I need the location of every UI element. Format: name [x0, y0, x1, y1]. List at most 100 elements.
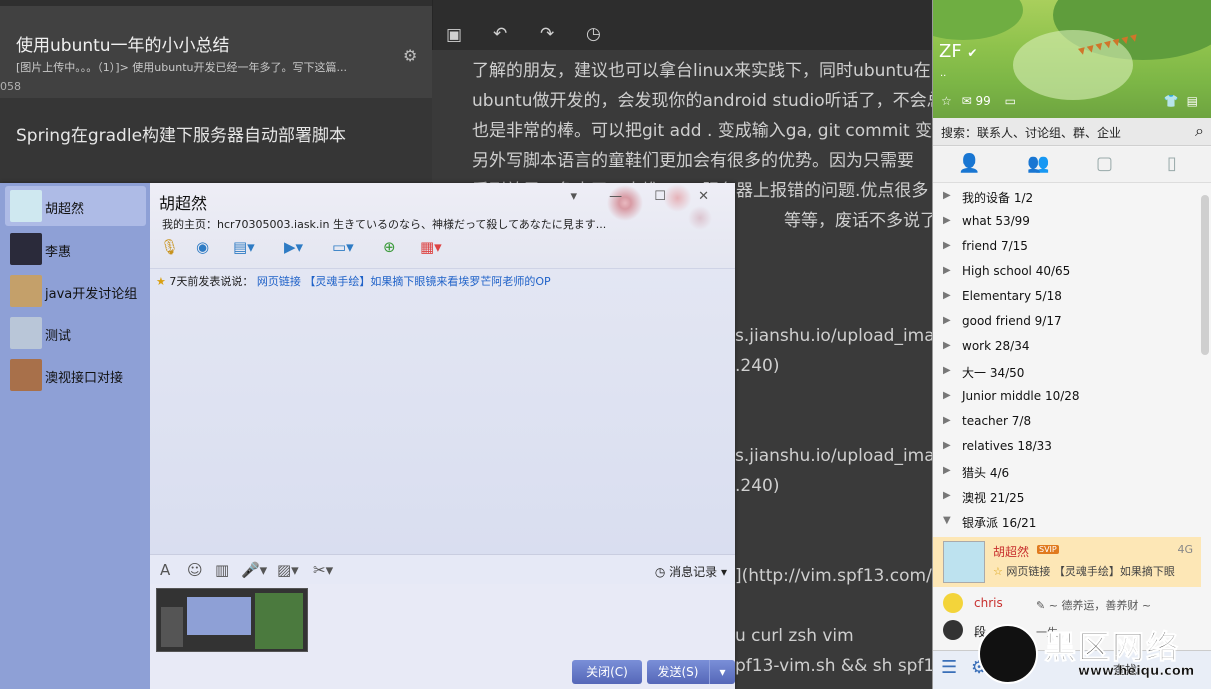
chat-main: 胡超然 ▾ — ☐ ✕ 我的主页：hcr70305003.iask.in 生きて… [150, 183, 735, 689]
message-input[interactable]: 关闭(C) 发送(S) ▾ [150, 584, 735, 689]
chevron-right-icon: ▶ [943, 365, 951, 376]
contact-group[interactable]: ▶ what 53/99 [933, 211, 1211, 236]
contact-group[interactable]: ▶ teacher 7/8 [933, 411, 1211, 436]
skin-icon[interactable]: 👕 [1164, 94, 1187, 108]
remote-desktop-icon[interactable]: ▭▾ [332, 238, 354, 260]
group-label: 大一 34/50 [962, 366, 1025, 380]
app-manager-icon[interactable]: ▤ [1187, 94, 1206, 108]
undo-icon[interactable]: ↶ [493, 24, 507, 44]
watermark-url: www.heiqu.com [1078, 664, 1195, 679]
article-title: 使用ubuntu一年的小小总结 [16, 36, 230, 56]
contact-name: java开发讨论组 [45, 287, 138, 302]
svip-badge: SVIP [1037, 545, 1059, 554]
group-label: work 28/34 [962, 339, 1030, 353]
image-icon[interactable]: ▣ [446, 25, 462, 45]
qzone-icon[interactable]: ☆ [941, 94, 952, 108]
contact-group[interactable]: ▶ Elementary 5/18 [933, 286, 1211, 311]
contact-group-expanded[interactable]: ▼ 银承派 16/21 [933, 511, 1211, 536]
online-status-icon[interactable]: ✔ [967, 46, 977, 60]
friend-name: 胡超然 [993, 545, 1030, 559]
tab-recent-icon[interactable]: ▢ [1096, 153, 1113, 174]
contact-group[interactable]: ▶ 大一 34/50 [933, 361, 1211, 386]
chat-window: 胡超然 李惠 java开发讨论组 测试 澳视接口对接 胡超然 ▾ — ☐ ✕ 我… [0, 183, 735, 689]
contact-group[interactable]: ▶ 澳视 21/25 [933, 486, 1211, 511]
send-button[interactable]: 发送(S) [647, 660, 709, 684]
editor-fragment: pf13-vim.sh && sh spf13 [735, 656, 946, 676]
file-transfer-icon[interactable]: ▶▾ [284, 238, 303, 260]
contact-name: 测试 [45, 329, 72, 344]
group-label: good friend 9/17 [962, 314, 1062, 328]
history-icon[interactable]: ◷ [586, 24, 601, 44]
search-icon[interactable]: ⌕ [1195, 121, 1204, 141]
apps-icon[interactable]: ▦▾ [420, 238, 442, 260]
mail-icon[interactable]: ✉ [962, 94, 972, 108]
editor-line: 了解的朋友，建议也可以拿台linux来实践下，同时ubuntu在 [472, 61, 931, 81]
message-history-button[interactable]: ◷ 消息记录 ▾ [655, 563, 727, 580]
tab-contacts-icon[interactable]: 👤 [958, 153, 980, 174]
video-icon[interactable]: ◉ [196, 238, 209, 260]
chat-contact-list: 胡超然 李惠 java开发讨论组 测试 澳视接口对接 [0, 183, 150, 689]
contact-group[interactable]: ▶ 猎头 4/6 [933, 461, 1211, 486]
chat-header: 胡超然 ▾ — ☐ ✕ 我的主页：hcr70305003.iask.in 生きて… [150, 183, 735, 268]
weather-icon[interactable]: ▭ [1005, 94, 1016, 108]
emoji-icon[interactable]: ☺ [187, 561, 203, 579]
contact-group[interactable]: ▶ friend 7/15 [933, 236, 1211, 261]
message-area[interactable]: ★ 7天前发表说说： 网页链接 【灵魂手绘】如果摘下眼镜来看埃罗芒阿老师的OP [150, 268, 735, 554]
article-title: Spring在gradle构建下服务器自动部署脚本 [16, 126, 347, 146]
group-label: Junior middle 10/28 [962, 389, 1080, 403]
article-item-active[interactable]: 使用ubuntu一年的小小总结 [图片上传中。。。（1）]> 使用ubuntu开… [0, 0, 432, 98]
contact-name: 李惠 [45, 245, 72, 260]
contact-group[interactable]: ▶ work 28/34 [933, 336, 1211, 361]
group-label: teacher 7/8 [962, 414, 1032, 428]
group-label: Elementary 5/18 [962, 289, 1062, 303]
window-controls[interactable]: ▾ — ☐ ✕ [571, 189, 723, 204]
chat-homepage: 我的主页：hcr70305003.iask.in 生きているのなら、神様だって殺… [162, 218, 607, 231]
menu-icon[interactable]: ☰ [941, 657, 957, 678]
screenshot-icon[interactable]: ✂▾ [313, 561, 333, 579]
shake-icon[interactable]: ▥ [215, 561, 229, 579]
status-update: ★ 7天前发表说说： 网页链接 【灵魂手绘】如果摘下眼镜来看埃罗芒阿老师的OP [156, 273, 551, 289]
voice-message-icon[interactable]: 🎤▾ [241, 561, 267, 579]
chevron-right-icon: ▶ [943, 440, 951, 451]
contact-group[interactable]: ▶ High school 40/65 [933, 261, 1211, 286]
image-icon[interactable]: ▨▾ [277, 561, 299, 579]
editor-line: ubuntu做开发的，会发现你的android studio听话了，不会总 [472, 91, 944, 111]
chat-contact-item[interactable]: 测试 [5, 313, 146, 353]
chevron-right-icon: ▶ [943, 240, 951, 251]
star-icon: ★ [156, 275, 166, 288]
friend-item-selected[interactable]: 胡超然 SVIP 4G ☆ 网页链接 【灵魂手绘】如果摘下眼 [933, 537, 1201, 587]
chevron-right-icon: ▶ [943, 490, 951, 501]
editor-fragment: .240) [735, 356, 780, 376]
contact-search[interactable]: 搜索：联系人、讨论组、群、企业 ⌕ [933, 118, 1211, 146]
redo-icon[interactable]: ↷ [540, 24, 554, 44]
chevron-right-icon: ▶ [943, 340, 951, 351]
font-icon[interactable]: A [160, 561, 170, 579]
nickname[interactable]: ZF ✔ [939, 41, 977, 62]
editor-fragment: s.jianshu.io/upload_image [735, 326, 956, 346]
send-options-dropdown[interactable]: ▾ [709, 660, 735, 684]
contact-group[interactable]: ▶ Junior middle 10/28 [933, 386, 1211, 411]
chat-contact-item[interactable]: java开发讨论组 [5, 271, 146, 311]
tab-groups-icon[interactable]: 👥 [1027, 153, 1049, 174]
article-item[interactable]: Spring在gradle构建下服务器自动部署脚本 [0, 98, 432, 188]
contact-group[interactable]: ▶ relatives 18/33 [933, 436, 1211, 461]
friend-signature: ☆ 网页链接 【灵魂手绘】如果摘下眼 [993, 565, 1175, 578]
chat-contact-item[interactable]: 李惠 [5, 229, 146, 269]
share-screen-icon[interactable]: ▤▾ [233, 238, 255, 260]
contact-group[interactable]: ▶ good friend 9/17 [933, 311, 1211, 336]
friend-item[interactable]: chris ✎ ~ 德养运，善养财 ~ [933, 590, 1201, 616]
editor-fragment: u curl zsh vim [735, 626, 854, 646]
chat-contact-item[interactable]: 胡超然 [5, 186, 146, 226]
signature[interactable]: .. [940, 68, 946, 79]
contact-group[interactable]: ▶ 我的设备 1/2 [933, 186, 1211, 211]
gear-icon[interactable]: ⚙ [403, 46, 417, 65]
status-update-link[interactable]: 网页链接 【灵魂手绘】如果摘下眼镜来看埃罗芒阿老师的OP [257, 275, 551, 288]
chat-contact-item[interactable]: 澳视接口对接 [5, 355, 146, 395]
chevron-right-icon: ▶ [943, 415, 951, 426]
close-button[interactable]: 关闭(C) [572, 660, 642, 684]
tab-phone-icon[interactable]: ▯ [1167, 153, 1177, 174]
group-label: what 53/99 [962, 214, 1030, 228]
pasted-screenshot[interactable] [156, 588, 308, 652]
microphone-icon[interactable]: 🎙 [160, 238, 179, 260]
create-discussion-icon[interactable]: ⊕ [383, 238, 396, 260]
